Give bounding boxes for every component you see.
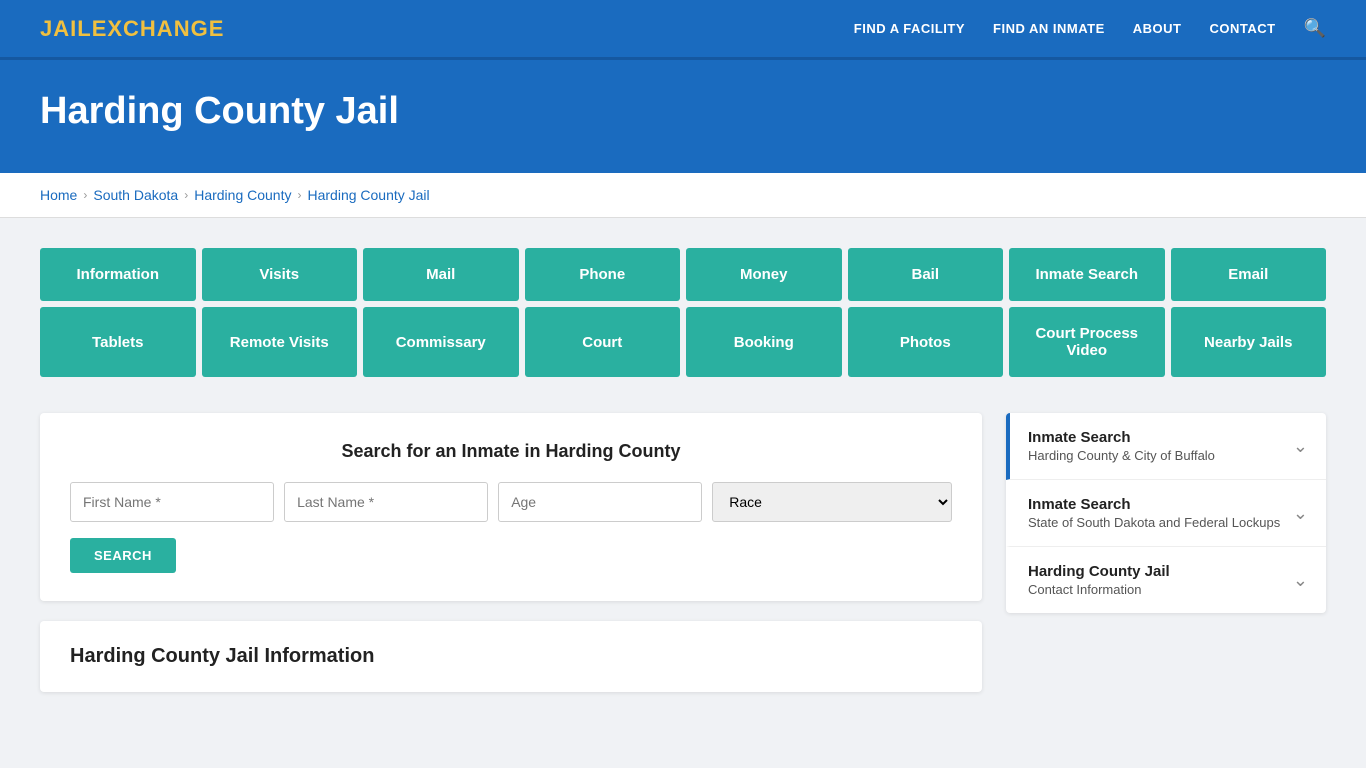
sidebar-item-title-1: Inmate Search	[1028, 429, 1283, 446]
breadcrumb: Home › South Dakota › Harding County › H…	[40, 187, 1326, 203]
btn-information[interactable]: Information	[40, 248, 196, 301]
btn-email[interactable]: Email	[1171, 248, 1327, 301]
breadcrumb-south-dakota[interactable]: South Dakota	[93, 187, 178, 203]
search-icon[interactable]: 🔍	[1304, 18, 1326, 39]
btn-nearby-jails[interactable]: Nearby Jails	[1171, 307, 1327, 377]
btn-commissary[interactable]: Commissary	[363, 307, 519, 377]
logo-jail: JAIL	[40, 16, 92, 41]
search-button[interactable]: SEARCH	[70, 538, 176, 573]
chevron-down-icon-2: ⌄	[1293, 503, 1308, 524]
content-row: Search for an Inmate in Harding County R…	[40, 413, 1326, 692]
breadcrumb-harding-county[interactable]: Harding County	[194, 187, 291, 203]
btn-mail[interactable]: Mail	[363, 248, 519, 301]
btn-court[interactable]: Court	[525, 307, 681, 377]
age-input[interactable]	[498, 482, 702, 522]
sidebar-item-title-3: Harding County Jail	[1028, 563, 1283, 580]
inmate-search-section: Search for an Inmate in Harding County R…	[40, 413, 982, 601]
sidebar-item-text-1: Inmate Search Harding County & City of B…	[1028, 429, 1283, 463]
site-logo[interactable]: JAILEXCHANGE	[40, 16, 224, 42]
nav-contact[interactable]: CONTACT	[1209, 21, 1275, 36]
btn-inmate-search[interactable]: Inmate Search	[1009, 248, 1165, 301]
sidebar-item-subtitle-1: Harding County & City of Buffalo	[1028, 448, 1283, 463]
sidebar-item-title-2: Inmate Search	[1028, 496, 1283, 513]
race-select[interactable]: Race White Black Hispanic Asian Other	[712, 482, 952, 522]
nav-about[interactable]: ABOUT	[1133, 21, 1182, 36]
main-nav: FIND A FACILITY FIND AN INMATE ABOUT CON…	[854, 18, 1326, 39]
btn-booking[interactable]: Booking	[686, 307, 842, 377]
btn-phone[interactable]: Phone	[525, 248, 681, 301]
btn-photos[interactable]: Photos	[848, 307, 1004, 377]
breadcrumb-harding-county-jail[interactable]: Harding County Jail	[307, 187, 429, 203]
jail-info-section: Harding County Jail Information	[40, 621, 982, 692]
chevron-down-icon-1: ⌄	[1293, 436, 1308, 457]
sidebar-item-inmate-search-sd[interactable]: Inmate Search State of South Dakota and …	[1006, 480, 1326, 547]
site-header: JAILEXCHANGE FIND A FACILITY FIND AN INM…	[0, 0, 1366, 60]
category-button-grid: Information Visits Mail Phone Money Bail…	[40, 248, 1326, 383]
nav-find-inmate[interactable]: FIND AN INMATE	[993, 21, 1105, 36]
btn-remote-visits[interactable]: Remote Visits	[202, 307, 358, 377]
btn-court-process-video[interactable]: Court Process Video	[1009, 307, 1165, 377]
sidebar-item-text-2: Inmate Search State of South Dakota and …	[1028, 496, 1283, 530]
main-content: Information Visits Mail Phone Money Bail…	[0, 218, 1366, 722]
sidebar-item-text-3: Harding County Jail Contact Information	[1028, 563, 1283, 597]
sidebar-item-subtitle-2: State of South Dakota and Federal Lockup…	[1028, 515, 1283, 530]
btn-bail[interactable]: Bail	[848, 248, 1004, 301]
sidebar: Inmate Search Harding County & City of B…	[1006, 413, 1326, 617]
breadcrumb-home[interactable]: Home	[40, 187, 77, 203]
hero-section: Harding County Jail	[0, 60, 1366, 173]
first-name-input[interactable]	[70, 482, 274, 522]
nav-find-facility[interactable]: FIND A FACILITY	[854, 21, 965, 36]
info-section-title: Harding County Jail Information	[70, 645, 952, 668]
page-title: Harding County Jail	[40, 90, 1326, 133]
sidebar-card: Inmate Search Harding County & City of B…	[1006, 413, 1326, 613]
breadcrumb-bar: Home › South Dakota › Harding County › H…	[0, 173, 1366, 218]
search-fields: Race White Black Hispanic Asian Other	[70, 482, 952, 522]
btn-tablets[interactable]: Tablets	[40, 307, 196, 377]
breadcrumb-sep-1: ›	[83, 188, 87, 202]
left-column: Search for an Inmate in Harding County R…	[40, 413, 982, 692]
btn-money[interactable]: Money	[686, 248, 842, 301]
btn-visits[interactable]: Visits	[202, 248, 358, 301]
sidebar-item-contact-info[interactable]: Harding County Jail Contact Information …	[1006, 547, 1326, 613]
breadcrumb-sep-2: ›	[184, 188, 188, 202]
logo-exchange: EXCHANGE	[92, 16, 225, 41]
breadcrumb-sep-3: ›	[297, 188, 301, 202]
sidebar-item-inmate-search-harding[interactable]: Inmate Search Harding County & City of B…	[1006, 413, 1326, 480]
chevron-down-icon-3: ⌄	[1293, 570, 1308, 591]
search-title: Search for an Inmate in Harding County	[70, 441, 952, 462]
last-name-input[interactable]	[284, 482, 488, 522]
sidebar-item-subtitle-3: Contact Information	[1028, 582, 1283, 597]
